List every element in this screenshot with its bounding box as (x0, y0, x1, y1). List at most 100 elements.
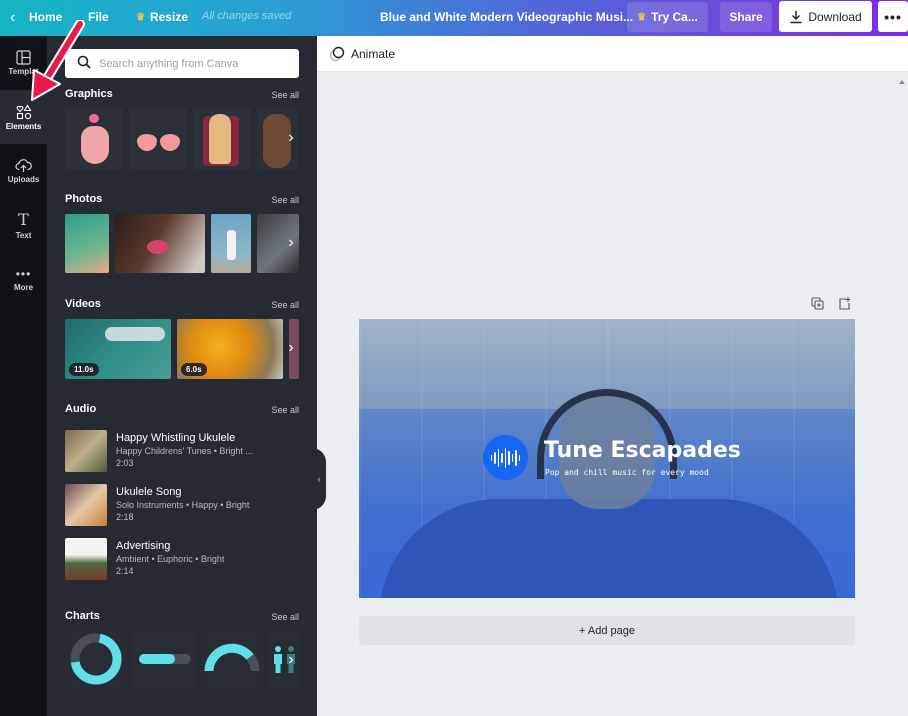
search-box[interactable] (65, 49, 299, 78)
audio-list-item[interactable]: Happy Whistling Ukulele Happy Childrens'… (65, 430, 299, 474)
donut-chart-icon (70, 633, 122, 685)
share-button[interactable]: Share (720, 2, 772, 32)
audio-list-item[interactable]: Advertising Ambient • Euphoric • Bright … (65, 538, 299, 582)
scroll-up-arrow-icon[interactable] (899, 80, 905, 84)
rail-tab-label: More (13, 282, 34, 292)
graphic-thumbnail-heart-glasses[interactable] (129, 108, 187, 170)
person-shoulders-image (379, 499, 839, 598)
photo-thumbnail[interactable] (211, 214, 251, 273)
animate-label: Animate (351, 47, 396, 61)
upload-cloud-icon (15, 159, 32, 172)
videos-next-arrow-icon[interactable]: › (283, 336, 299, 360)
audio-title: Advertising (116, 540, 171, 552)
audio-tags: Ambient • Euphoric • Bright (116, 554, 225, 564)
rail-tab-label: Text (15, 231, 32, 240)
audio-title: Happy Whistling Ukulele (116, 432, 236, 444)
canvas-scrollbar[interactable] (897, 72, 908, 716)
graphics-row (65, 108, 299, 170)
search-icon (77, 55, 91, 72)
audio-tags: Solo Instruments • Happy • Bright (116, 500, 250, 510)
rail-tab-templates[interactable]: Templat (0, 36, 47, 90)
audio-tags: Happy Childrens' Tunes • Bright ... (116, 446, 253, 456)
video-thumbnail[interactable]: 11.0s (65, 319, 171, 379)
gauge-chart-icon (204, 643, 260, 672)
rail-tab-text[interactable]: T Text (0, 198, 47, 252)
editor-toolbar: Animate (317, 36, 908, 72)
photo-thumbnail[interactable] (65, 214, 109, 273)
rail-tab-elements[interactable]: Elements (0, 90, 47, 144)
back-chevron-icon[interactable]: ‹ (10, 9, 15, 27)
photos-next-arrow-icon[interactable]: › (283, 231, 299, 255)
animate-button[interactable]: Animate (329, 46, 395, 62)
sound-wave-icon[interactable] (483, 435, 528, 480)
text-icon: T (18, 210, 29, 229)
document-title[interactable]: Blue and White Modern Videographic Musi.… (380, 10, 633, 24)
elements-icon (16, 103, 31, 119)
collapse-panel-handle[interactable]: ‹ (312, 448, 326, 510)
chart-thumbnail-gauge[interactable] (201, 629, 263, 689)
video-duration-badge: 6.0s (181, 363, 207, 376)
elements-panel: Graphics See all › Photos See all › (47, 36, 317, 716)
see-all-graphics-link[interactable]: See all (271, 90, 299, 100)
try-canva-label: Try Ca... (651, 10, 698, 24)
add-page-button[interactable]: + Add page (359, 616, 855, 645)
resize-button[interactable]: ♛ Resize (136, 10, 188, 24)
photos-row (65, 214, 299, 273)
chart-thumbnail-donut[interactable] (65, 629, 127, 689)
resize-label: Resize (149, 10, 188, 24)
audio-title: Ukulele Song (116, 486, 182, 498)
crown-icon: ♛ (637, 11, 647, 23)
home-button[interactable]: Home (29, 10, 62, 24)
rail-tab-label: Templat (8, 67, 39, 76)
photo-thumbnail[interactable] (115, 214, 205, 273)
graphics-next-arrow-icon[interactable]: › (283, 126, 299, 150)
download-button[interactable]: Download (779, 1, 872, 32)
chart-thumbnail-progress-bar[interactable] (133, 629, 195, 689)
design-subtitle-text[interactable]: Pop and chill music for every mood (545, 468, 709, 477)
section-title-photos: Photos (65, 193, 103, 205)
graphic-thumbnail-girl-illustration[interactable] (193, 108, 251, 170)
save-status: All changes saved (202, 10, 292, 22)
rail-tab-label: Elements (5, 121, 42, 131)
animate-icon (329, 46, 345, 62)
section-title-charts: Charts (65, 610, 100, 622)
audio-artwork (65, 484, 107, 526)
progress-bar-chart-icon (139, 654, 191, 664)
audio-duration: 2:14 (116, 566, 134, 576)
audio-artwork (65, 430, 107, 472)
section-title-audio: Audio (65, 403, 97, 415)
charts-next-arrow-icon[interactable]: › (283, 648, 299, 672)
add-page-icon[interactable] (838, 297, 851, 313)
side-rail: Templat Elements Uploads T Text ••• More (0, 36, 47, 716)
design-title-text[interactable]: Tune Escapades (544, 438, 741, 463)
rail-tab-more[interactable]: ••• More (0, 252, 47, 306)
see-all-videos-link[interactable]: See all (271, 300, 299, 310)
see-all-audio-link[interactable]: See all (271, 405, 299, 415)
search-input[interactable] (99, 57, 289, 70)
crown-icon: ♛ (136, 11, 145, 23)
videos-row: 11.0s 6.0s (65, 319, 299, 379)
video-thumbnail[interactable]: 6.0s (177, 319, 283, 379)
graphic-thumbnail-heart-hand[interactable] (65, 108, 123, 170)
see-all-charts-link[interactable]: See all (271, 612, 299, 622)
section-title-graphics: Graphics (65, 88, 113, 100)
audio-duration: 2:03 (116, 458, 134, 468)
download-icon (790, 10, 802, 23)
audio-artwork (65, 538, 107, 580)
download-label: Download (808, 9, 862, 24)
file-menu-button[interactable]: File (88, 10, 109, 24)
video-duration-badge: 11.0s (69, 363, 99, 376)
see-all-photos-link[interactable]: See all (271, 195, 299, 205)
more-dots-icon: ••• (15, 266, 32, 281)
section-title-videos: Videos (65, 298, 101, 310)
design-page-canvas[interactable]: Tune Escapades Pop and chill music for e… (359, 319, 855, 598)
template-icon (16, 50, 31, 65)
top-bar: ‹ Home File ♛ Resize All changes saved B… (0, 0, 908, 36)
duplicate-page-icon[interactable] (811, 297, 824, 313)
audio-duration: 2:18 (116, 512, 134, 522)
rail-tab-uploads[interactable]: Uploads (0, 144, 47, 198)
more-options-button[interactable]: ••• (878, 1, 908, 32)
try-canva-pro-button[interactable]: ♛ Try Ca... (627, 2, 708, 32)
audio-list-item[interactable]: Ukulele Song Solo Instruments • Happy • … (65, 484, 299, 528)
charts-row (65, 629, 299, 689)
